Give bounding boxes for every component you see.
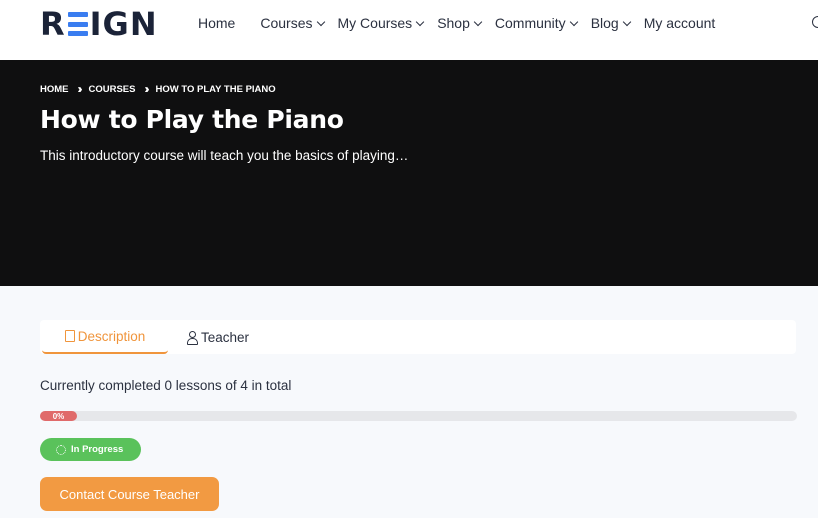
course-hero: HOME ›› COURSES ›› HOW TO PLAY THE PIANO… — [0, 60, 818, 286]
nav-item-shop[interactable]: Shop — [437, 15, 483, 31]
nav-item-label: My Courses — [337, 15, 413, 31]
tab-description[interactable]: Description — [42, 320, 168, 354]
nav-item-label: Blog — [590, 15, 619, 31]
breadcrumb-current: HOW TO PLAY THE PIANO — [155, 83, 276, 95]
chevron-down-icon — [569, 17, 578, 26]
course-excerpt: This introductory course will teach you … — [40, 148, 409, 163]
contact-teacher-button[interactable]: Contact Course Teacher — [40, 477, 219, 511]
chevrons-right-icon: ›› — [144, 82, 149, 96]
nav-item-home[interactable]: Home — [198, 15, 235, 31]
course-tabs: Description Teacher — [40, 320, 796, 354]
logo-e-mark — [67, 10, 88, 38]
progress-percent-label: 0% — [52, 411, 65, 421]
nav-item-courses[interactable]: Courses — [260, 15, 325, 31]
nav-item-my-account[interactable]: My account — [644, 15, 716, 31]
lesson-completion-text: Currently completed 0 lessons of 4 in to… — [40, 378, 292, 393]
chevrons-right-icon: ›› — [77, 82, 83, 96]
chevron-down-icon — [473, 17, 483, 26]
status-label: In Progress — [71, 444, 124, 455]
nav-item-community[interactable]: Community — [494, 15, 578, 31]
spinner-icon — [56, 444, 66, 455]
site-logo[interactable]: R IGN — [40, 5, 158, 43]
nav-item-label: Community — [494, 15, 566, 31]
nav-item-my-courses[interactable]: My Courses — [337, 15, 425, 31]
status-badge: In Progress — [40, 438, 141, 461]
tab-teacher[interactable]: Teacher — [186, 320, 249, 354]
site-header: R IGN Home Courses My Courses Shop Commun… — [0, 0, 818, 60]
main-nav: Home Courses My Courses Shop Community B… — [198, 0, 715, 46]
tab-label: Teacher — [201, 329, 250, 345]
course-progress-bar: 0% — [40, 411, 797, 421]
page-title: How to Play the Piano — [40, 105, 344, 134]
nav-item-label: Courses — [260, 15, 313, 31]
progress-fill: 0% — [40, 411, 77, 421]
nav-item-blog[interactable]: Blog — [590, 15, 631, 31]
search-icon[interactable] — [812, 16, 818, 28]
nav-item-label: Home — [198, 15, 236, 31]
nav-item-label: Shop — [437, 15, 470, 31]
chevron-down-icon — [415, 17, 425, 26]
breadcrumb-courses[interactable]: COURSES — [89, 84, 136, 95]
document-icon — [64, 330, 75, 342]
breadcrumb-home[interactable]: HOME — [40, 84, 69, 95]
chevron-down-icon — [316, 17, 325, 26]
breadcrumb: HOME ›› COURSES ›› HOW TO PLAY THE PIANO — [40, 82, 276, 96]
user-icon — [186, 331, 198, 345]
tab-label: Description — [77, 328, 146, 344]
nav-item-label: My account — [643, 15, 716, 31]
chevron-down-icon — [622, 17, 631, 26]
